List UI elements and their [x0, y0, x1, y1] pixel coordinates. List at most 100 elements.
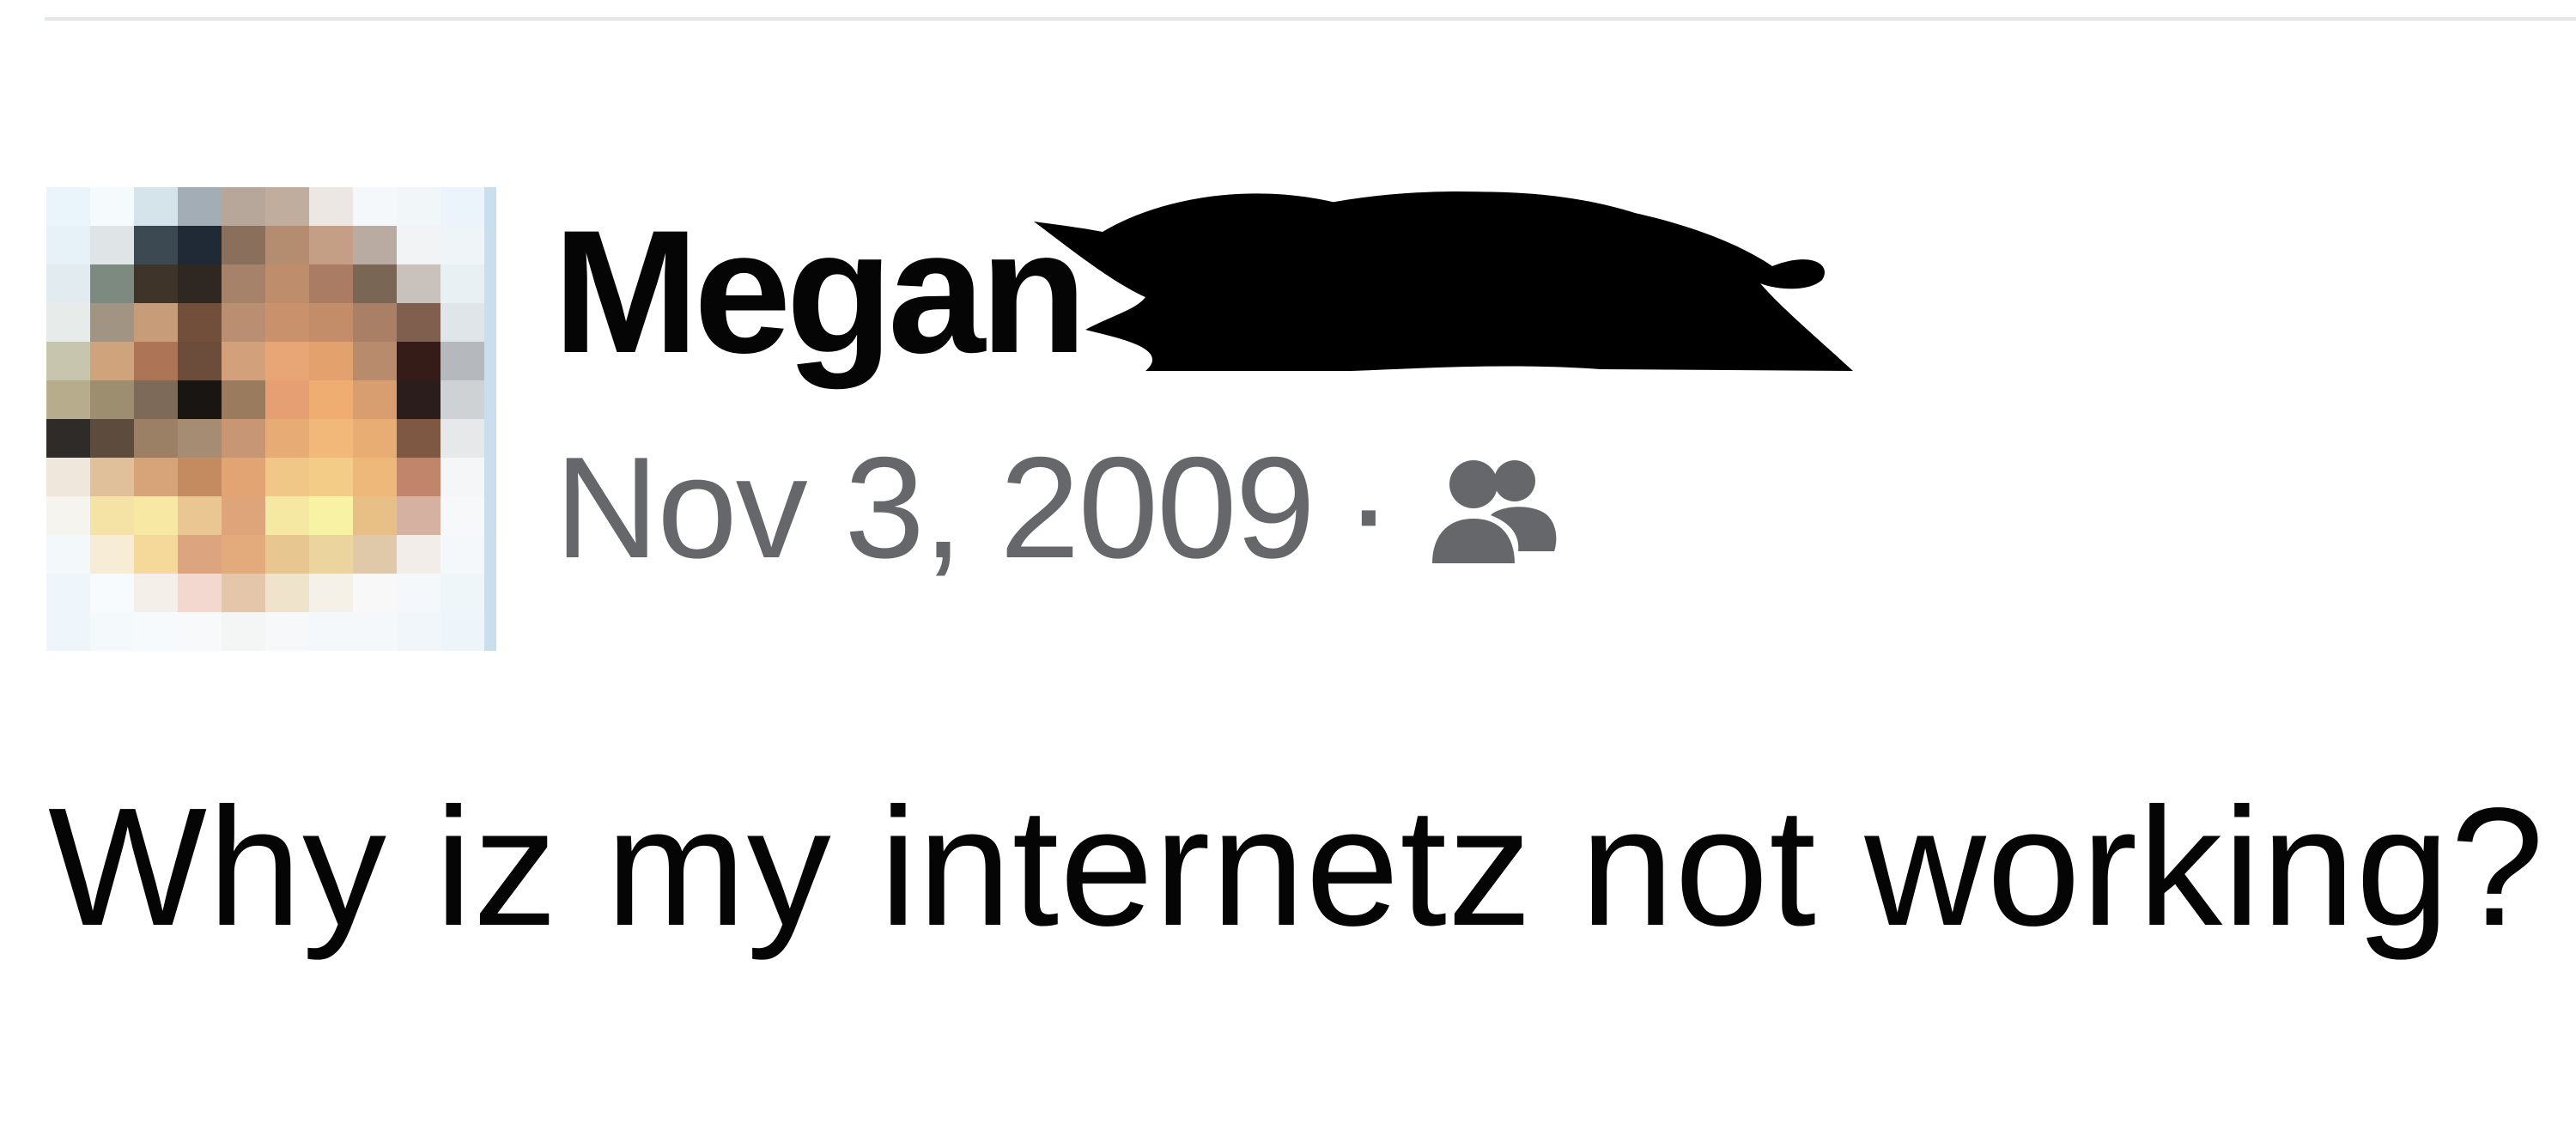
- avatar-pixel: [309, 612, 354, 651]
- avatar-pixel: [440, 574, 485, 613]
- avatar-pixel: [353, 226, 398, 265]
- post-text: Why iz my internetz not working?: [48, 773, 2545, 961]
- avatar-pixel: [397, 612, 441, 651]
- avatar-pixel: [46, 535, 91, 574]
- author-name[interactable]: Megan: [553, 204, 1087, 380]
- avatar-pixel: [397, 496, 441, 536]
- avatar-pixel: [134, 419, 179, 459]
- avatar-pixel: [178, 458, 222, 497]
- avatar-pixel: [397, 303, 441, 343]
- avatar-pixel: [90, 303, 135, 343]
- avatar-pixel: [397, 380, 441, 420]
- avatar-pixel: [440, 264, 485, 304]
- avatar-pixel: [178, 264, 222, 304]
- avatar[interactable]: [46, 187, 496, 651]
- avatar-pixel: [397, 535, 441, 574]
- avatar-pixel: [178, 342, 222, 381]
- avatar-pixel: [440, 342, 485, 381]
- avatar-pixel: [309, 303, 354, 343]
- avatar-pixel: [178, 187, 222, 227]
- avatar-pixel: [90, 612, 135, 651]
- name-redaction-scribble: [1034, 187, 1884, 374]
- avatar-pixel: [353, 342, 398, 381]
- avatar-pixel: [265, 187, 310, 227]
- friends-icon[interactable]: [1429, 455, 1558, 567]
- top-divider: [45, 17, 2576, 21]
- avatar-pixel: [440, 380, 485, 420]
- avatar-pixel: [178, 303, 222, 343]
- avatar-pixel: [178, 535, 222, 574]
- post-date[interactable]: Nov 3, 2009: [555, 435, 1315, 580]
- avatar-pixel: [309, 226, 354, 265]
- avatar-pixel: [309, 380, 354, 420]
- avatar-pixel: [222, 612, 266, 651]
- avatar-pixel: [134, 380, 179, 420]
- avatar-pixel: [353, 574, 398, 613]
- avatar-pixel: [46, 264, 91, 304]
- avatar-pixel: [222, 264, 266, 304]
- avatar-pixel: [353, 535, 398, 574]
- avatar-pixel: [134, 342, 179, 381]
- avatar-edge: [484, 187, 496, 651]
- avatar-pixel: [134, 612, 179, 651]
- avatar-pixel: [440, 535, 485, 574]
- avatar-pixel: [265, 535, 310, 574]
- avatar-pixel: [353, 496, 398, 536]
- avatar-pixel: [309, 496, 354, 536]
- avatar-pixel: [90, 342, 135, 381]
- avatar-pixel: [90, 496, 135, 536]
- avatar-pixel: [90, 380, 135, 420]
- avatar-pixel: [46, 496, 91, 536]
- avatar-pixel: [134, 187, 179, 227]
- avatar-pixel: [46, 458, 91, 497]
- avatar-pixel: [178, 612, 222, 651]
- avatar-pixel: [440, 496, 485, 536]
- avatar-pixel: [134, 303, 179, 343]
- avatar-pixel: [134, 458, 179, 497]
- avatar-pixel: [90, 419, 135, 459]
- avatar-pixel: [353, 187, 398, 227]
- avatar-pixel: [90, 535, 135, 574]
- avatar-pixel: [353, 458, 398, 497]
- avatar-pixel: [222, 342, 266, 381]
- avatar-pixel: [353, 612, 398, 651]
- avatar-pixel: [222, 458, 266, 497]
- post-header: Megan Nov 3, 2009 ·: [46, 187, 2537, 651]
- avatar-pixel: [46, 342, 91, 381]
- avatar-pixel: [440, 419, 485, 459]
- avatar-pixel: [178, 380, 222, 420]
- avatar-pixel: [178, 226, 222, 265]
- avatar-pixel: [397, 187, 441, 227]
- avatar-pixel: [134, 496, 179, 536]
- avatar-pixel: [90, 458, 135, 497]
- avatar-pixel: [222, 496, 266, 536]
- avatar-pixel: [353, 419, 398, 459]
- avatar-pixel: [397, 419, 441, 459]
- avatar-pixel: [265, 612, 310, 651]
- avatar-pixel: [265, 458, 310, 497]
- avatar-pixel: [440, 303, 485, 343]
- avatar-pixel: [46, 226, 91, 265]
- avatar-pixel: [265, 303, 310, 343]
- avatar-pixel: [353, 303, 398, 343]
- avatar-pixel: [265, 342, 310, 381]
- avatar-pixelated-image: [46, 187, 496, 651]
- avatar-pixel: [440, 458, 485, 497]
- avatar-pixel: [265, 496, 310, 536]
- avatar-pixel: [46, 380, 91, 420]
- avatar-pixel: [309, 458, 354, 497]
- avatar-pixel: [46, 574, 91, 613]
- avatar-pixel: [397, 264, 441, 304]
- avatar-pixel: [265, 264, 310, 304]
- avatar-pixel: [46, 303, 91, 343]
- avatar-pixel: [353, 380, 398, 420]
- avatar-pixel: [440, 226, 485, 265]
- avatar-pixel: [178, 419, 222, 459]
- avatar-pixel: [265, 226, 310, 265]
- avatar-pixel: [90, 264, 135, 304]
- avatar-pixel: [309, 574, 354, 613]
- avatar-pixel: [265, 574, 310, 613]
- avatar-pixel: [309, 342, 354, 381]
- avatar-pixel: [222, 419, 266, 459]
- avatar-pixel: [397, 226, 441, 265]
